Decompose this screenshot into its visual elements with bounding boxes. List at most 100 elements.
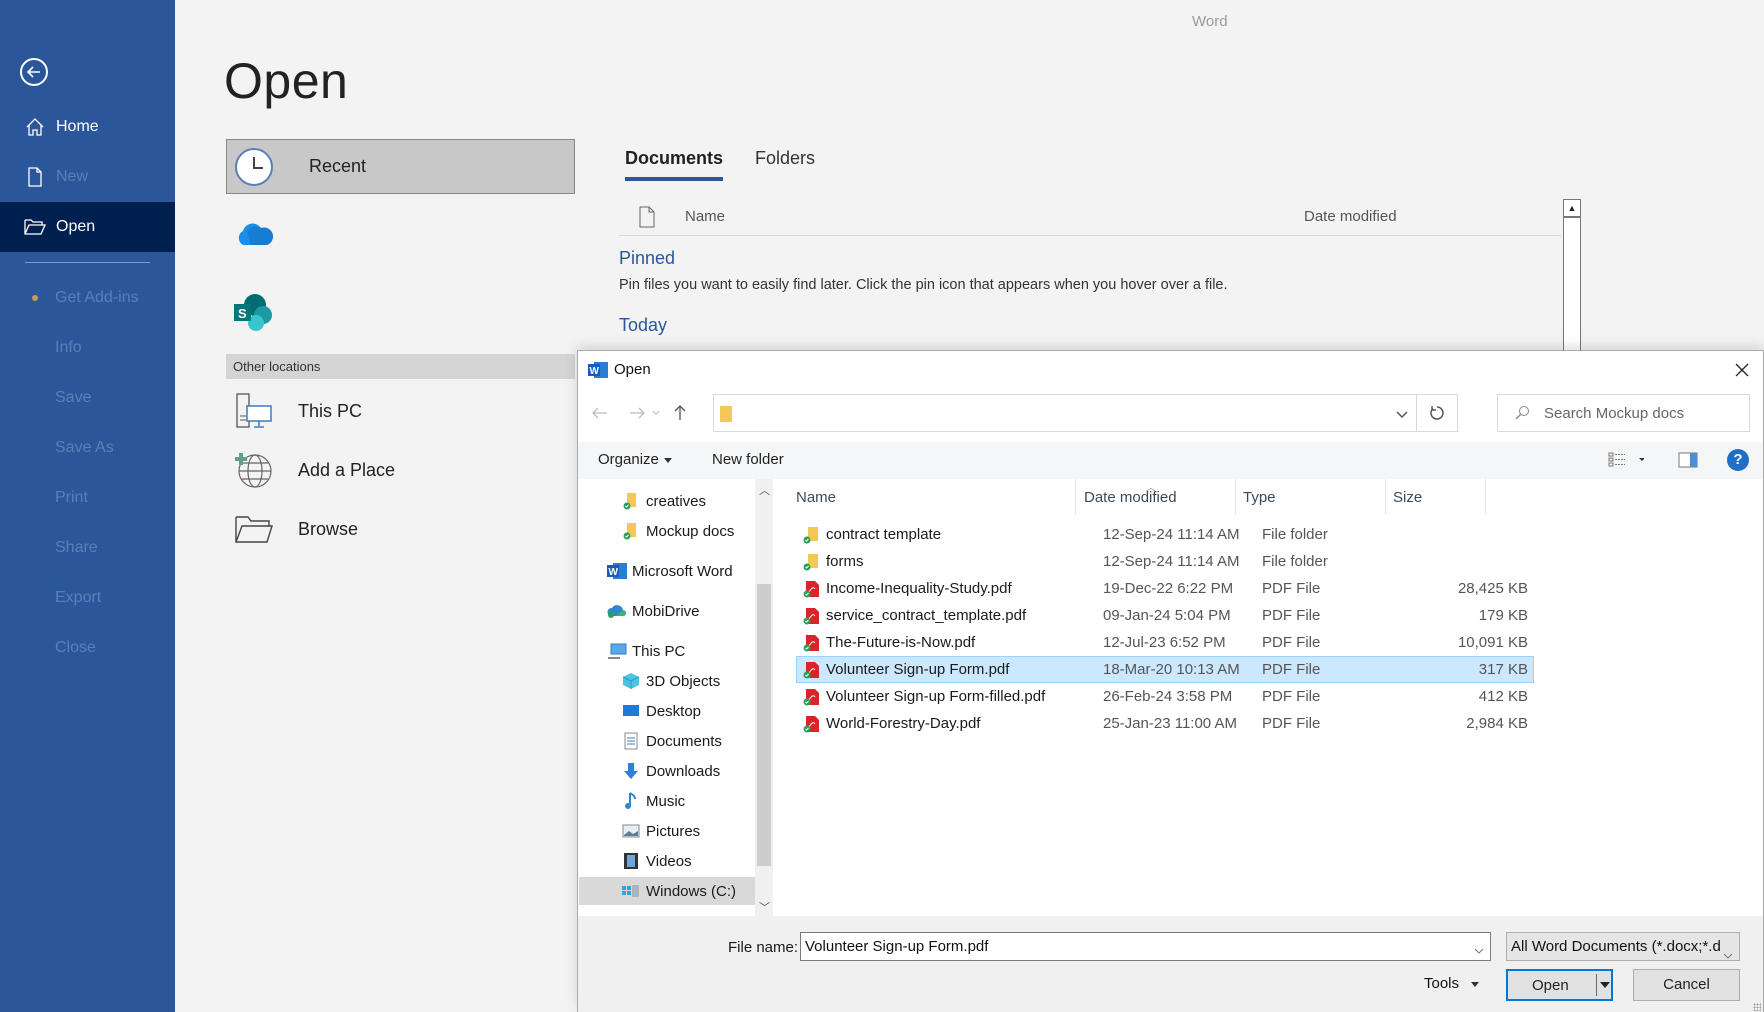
refresh-button[interactable]	[1416, 394, 1458, 432]
file-row[interactable]: Volunteer Sign-up Form-filled.pdf 26-Feb-…	[796, 683, 1534, 710]
nav-tree-item[interactable]: Mockup docs	[579, 517, 755, 545]
nav-tree-item[interactable]: W Microsoft Word	[579, 557, 755, 585]
split-divider	[1596, 974, 1597, 996]
nav-tree-item-label: Videos	[646, 852, 692, 870]
open-button-label: Open	[1532, 977, 1569, 994]
new-folder-button[interactable]: New folder	[712, 451, 784, 468]
file-row[interactable]: Income-Inequality-Study.pdf 19-Dec-22 6:2…	[796, 575, 1534, 602]
help-button[interactable]: ?	[1727, 449, 1749, 471]
open-button[interactable]: Open	[1506, 969, 1613, 1001]
nav-new[interactable]: New	[0, 152, 175, 202]
nav-tree-item[interactable]: Downloads	[579, 757, 755, 785]
nav-save-label: Save	[55, 389, 92, 406]
location-browse[interactable]: Browse	[226, 504, 575, 554]
column-separator[interactable]	[1485, 479, 1486, 515]
nav-share[interactable]: Share	[0, 523, 175, 573]
column-name[interactable]: Name	[796, 489, 836, 515]
up-folder-button[interactable]	[669, 402, 691, 424]
location-add-place[interactable]: Add a Place	[226, 445, 575, 495]
address-dropdown-icon[interactable]	[1396, 406, 1408, 424]
word-app-icon: W	[588, 361, 608, 378]
file-name: The-Future-is-Now.pdf	[826, 634, 976, 651]
nav-export[interactable]: Export	[0, 573, 175, 623]
tools-button[interactable]: Tools	[1424, 975, 1480, 992]
close-button[interactable]	[1731, 359, 1753, 381]
column-date-modified[interactable]: Date modified	[1084, 489, 1177, 515]
view-options-button[interactable]	[1608, 452, 1645, 473]
column-type[interactable]: Type	[1243, 489, 1276, 515]
location-recent[interactable]: Recent	[226, 139, 575, 194]
nav-tree-item[interactable]: Windows (C:)	[579, 877, 755, 905]
file-row[interactable]: Volunteer Sign-up Form.pdf 18-Mar-20 10:1…	[796, 656, 1534, 683]
nav-tree-item[interactable]: creatives	[579, 487, 755, 515]
nav-tree-item[interactable]: Videos	[579, 847, 755, 875]
back-button[interactable]	[20, 58, 48, 86]
nav-info-label: Info	[55, 339, 82, 356]
column-name[interactable]: Name	[685, 208, 725, 225]
location-add-place-label: Add a Place	[298, 459, 396, 480]
file-name-input[interactable]	[805, 938, 1445, 955]
tab-folders[interactable]: Folders	[755, 148, 815, 181]
location-this-pc[interactable]: This PC	[226, 386, 575, 436]
preview-pane-button[interactable]	[1678, 452, 1698, 473]
open-options-dropdown-icon[interactable]	[1600, 982, 1610, 988]
onedrive-icon[interactable]	[233, 221, 274, 252]
column-date-modified[interactable]: Date modified	[1304, 208, 1397, 225]
address-bar[interactable]	[713, 394, 1417, 432]
column-size[interactable]: Size	[1393, 489, 1422, 515]
nav-tree-item[interactable]: Desktop	[579, 697, 755, 725]
nav-tree-item[interactable]: Pictures	[579, 817, 755, 845]
organize-button[interactable]: Organize	[598, 451, 672, 468]
nav-tree-item[interactable]: Documents	[579, 727, 755, 755]
nav-open[interactable]: Open	[0, 202, 175, 252]
file-name-field[interactable]	[800, 932, 1491, 961]
nav-tree-item[interactable]: 3D Objects	[579, 667, 755, 695]
videos-icon	[621, 851, 641, 871]
resize-grip[interactable]	[1753, 1003, 1761, 1011]
file-name-dropdown-icon[interactable]	[1474, 941, 1484, 959]
search-input[interactable]	[1544, 404, 1734, 422]
nav-info[interactable]: Info	[0, 323, 175, 373]
scroll-up-icon[interactable]: ▲	[1564, 200, 1580, 218]
file-type-dropdown-icon	[1723, 941, 1733, 960]
file-row[interactable]: contract template 12-Sep-24 11:14 AM File …	[796, 521, 1534, 548]
recent-scrollbar[interactable]: ▲	[1563, 199, 1581, 351]
nav-close[interactable]: Close	[0, 623, 175, 673]
file-date-modified: 26-Feb-24 3:58 PM	[1103, 688, 1233, 705]
scrollbar-thumb[interactable]	[757, 584, 771, 866]
nav-tree-item[interactable]: Music	[579, 787, 755, 815]
column-separator[interactable]	[1235, 479, 1236, 515]
search-box[interactable]	[1497, 394, 1750, 432]
nav-print[interactable]: Print	[0, 473, 175, 523]
file-type-select[interactable]: All Word Documents (*.docx;*.d	[1506, 932, 1740, 961]
nav-save[interactable]: Save	[0, 373, 175, 423]
nav-get-addins[interactable]: Get Add-ins	[0, 273, 175, 323]
file-row[interactable]: World-Forestry-Day.pdf 25-Jan-23 11:00 AM…	[796, 710, 1534, 737]
add-place-globe-icon	[234, 450, 274, 490]
file-type: PDF File	[1262, 634, 1321, 651]
scroll-down-icon[interactable]: ﹀	[759, 899, 770, 915]
nav-tree-item[interactable]: MobiDrive	[579, 597, 755, 625]
file-row[interactable]: service_contract_template.pdf 09-Jan-24 5…	[796, 602, 1534, 629]
location-browse-label: Browse	[298, 518, 359, 539]
file-type: PDF File	[1262, 607, 1321, 624]
file-row[interactable]: forms 12-Sep-24 11:14 AM File folder	[796, 548, 1534, 575]
cancel-button[interactable]: Cancel	[1633, 969, 1740, 1001]
folder-sync-icon	[621, 521, 641, 541]
file-row[interactable]: The-Future-is-Now.pdf 12-Jul-23 6:52 PM PD…	[796, 629, 1534, 656]
nav-home[interactable]: Home	[0, 102, 175, 152]
navigation-pane-scrollbar[interactable]: ︿ ﹀	[755, 479, 773, 916]
tab-documents[interactable]: Documents	[625, 148, 724, 181]
recent-locations-button[interactable]	[649, 402, 663, 424]
back-nav-button[interactable]	[589, 402, 611, 424]
scroll-up-icon[interactable]: ︿	[759, 482, 770, 498]
file-type: PDF File	[1262, 688, 1321, 705]
column-separator[interactable]	[1385, 479, 1386, 515]
download-icon	[621, 761, 641, 781]
sharepoint-icon[interactable]: S	[233, 292, 273, 337]
nav-tree-item[interactable]: This PC	[579, 637, 755, 665]
arrow-right-icon	[630, 407, 645, 419]
nav-save-as[interactable]: Save As	[0, 423, 175, 473]
forward-nav-button[interactable]	[626, 402, 648, 424]
column-separator[interactable]	[1075, 479, 1076, 515]
